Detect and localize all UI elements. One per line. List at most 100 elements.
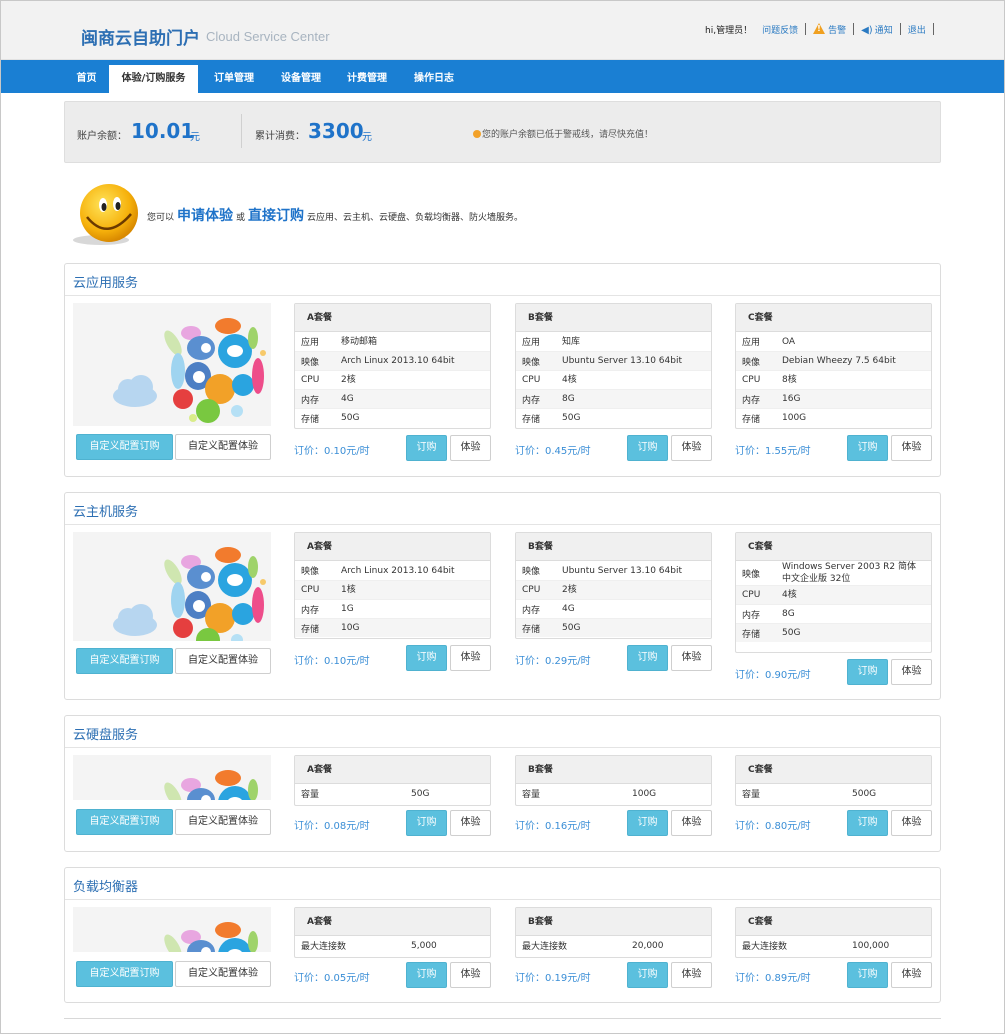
section-title: 云应用服务	[73, 276, 139, 291]
spec-key: 最大连接数	[301, 942, 347, 952]
trial-button[interactable]: 体验	[671, 645, 712, 671]
plan-name: B套餐	[516, 756, 711, 784]
spec-value: 100G	[782, 413, 807, 423]
custom-order-button[interactable]: 自定义配置订购	[76, 961, 173, 987]
order-button[interactable]: 订购	[847, 962, 888, 988]
trial-button[interactable]: 体验	[671, 810, 712, 836]
divider	[65, 899, 940, 900]
spec-key: 内存	[742, 610, 761, 621]
service-illustration	[73, 532, 271, 641]
spec-row: CPU 4核	[736, 585, 931, 604]
plan-name: A套餐	[295, 304, 490, 332]
spec-value: 50G	[341, 413, 360, 423]
plan-price: 订价：0.29元/时	[515, 656, 591, 667]
spec-row: 存储 10G	[295, 618, 490, 637]
plan-price: 订价：0.10元/时	[294, 446, 370, 457]
divider	[241, 114, 242, 148]
spec-row: CPU 2核	[516, 580, 711, 599]
plan-price: 订价：0.19元/时	[515, 973, 591, 984]
spec-value: 4G	[341, 394, 354, 404]
logout-link[interactable]: 退出	[908, 23, 926, 36]
spec-value: Ubuntu Server 13.10 64bit	[562, 565, 682, 576]
service-section: 云主机服务 自定义配置订购 自定义配置体验 A套餐 映像 Arch Linux …	[64, 492, 941, 700]
custom-trial-button[interactable]: 自定义配置体验	[175, 434, 271, 460]
trial-button[interactable]: 体验	[450, 962, 491, 988]
plan-card: C套餐 最大连接数 100,000	[735, 907, 932, 958]
nav-orders[interactable]: 订单管理	[204, 65, 264, 93]
order-button[interactable]: 订购	[847, 435, 888, 461]
section-title: 负载均衡器	[73, 880, 139, 895]
spec-key: 内存	[522, 395, 541, 406]
plan-name: A套餐	[295, 533, 490, 561]
nav-home[interactable]: 首页	[64, 65, 109, 93]
custom-trial-button[interactable]: 自定义配置体验	[175, 809, 271, 835]
section-title: 云硬盘服务	[73, 728, 139, 743]
spec-key: CPU	[742, 375, 761, 385]
spec-row: 存储 100G	[736, 408, 931, 427]
custom-order-button[interactable]: 自定义配置订购	[76, 434, 173, 460]
spec-row: 内存 4G	[295, 389, 490, 408]
trial-button[interactable]: 体验	[891, 962, 932, 988]
order-button[interactable]: 订购	[406, 435, 447, 461]
order-button[interactable]: 订购	[847, 810, 888, 836]
spec-row: 内存 16G	[736, 389, 931, 408]
custom-order-button[interactable]: 自定义配置订购	[76, 648, 173, 674]
order-button[interactable]: 订购	[627, 435, 668, 461]
spec-table: 映像 Ubuntu Server 13.10 64bit CPU 2核 内存 4…	[516, 561, 711, 637]
plan-name: C套餐	[736, 756, 931, 784]
speaker-icon: ◀)	[861, 24, 873, 36]
trial-button[interactable]: 体验	[450, 435, 491, 461]
nav-logs[interactable]: 操作日志	[404, 65, 464, 93]
section-title: 云主机服务	[73, 505, 139, 520]
plan-card: B套餐 映像 Ubuntu Server 13.10 64bit CPU 2核 …	[515, 532, 712, 639]
notice-link[interactable]: ◀) 通知	[861, 23, 893, 36]
alarm-link[interactable]: 告警	[813, 22, 846, 36]
trial-button[interactable]: 体验	[891, 659, 932, 685]
spec-row: 映像 Arch Linux 2013.10 64bit	[295, 561, 490, 580]
order-button[interactable]: 订购	[847, 659, 888, 685]
low-balance-alert: 您的账户余额已低于警戒线，请尽快充值！	[473, 127, 653, 140]
trial-button[interactable]: 体验	[450, 810, 491, 836]
trial-button[interactable]: 体验	[891, 810, 932, 836]
nav-devices[interactable]: 设备管理	[271, 65, 331, 93]
order-button[interactable]: 订购	[406, 645, 447, 671]
spec-value: OA	[782, 336, 796, 347]
order-button[interactable]: 订购	[406, 810, 447, 836]
feedback-link[interactable]: 问题反馈	[762, 23, 798, 36]
trial-button[interactable]: 体验	[671, 962, 712, 988]
spec-value: Arch Linux 2013.10 64bit	[341, 565, 455, 576]
plan-card: B套餐 最大连接数 20,000	[515, 907, 712, 958]
trial-button[interactable]: 体验	[450, 645, 491, 671]
custom-trial-button[interactable]: 自定义配置体验	[175, 961, 271, 987]
plan-card: C套餐 容量 500G	[735, 755, 932, 806]
spec-row: 应用 移动邮箱	[295, 332, 490, 351]
divider	[65, 524, 940, 525]
spec-table: 应用 OA 映像 Debian Wheezy 7.5 64bit CPU 8核 …	[736, 332, 931, 427]
custom-trial-button[interactable]: 自定义配置体验	[175, 648, 271, 674]
plan-price: 订价：0.90元/时	[735, 670, 811, 681]
trial-button[interactable]: 体验	[671, 435, 712, 461]
spec-key: 容量	[522, 790, 541, 800]
direct-order-link[interactable]: 直接订购	[248, 208, 304, 224]
order-button[interactable]: 订购	[627, 645, 668, 671]
spec-value: 4核	[782, 590, 797, 600]
order-button[interactable]: 订购	[627, 962, 668, 988]
apply-trial-link[interactable]: 申请体验	[177, 208, 233, 224]
spec-table: 容量 100G	[516, 784, 711, 803]
balance-value: 10.01	[131, 119, 195, 143]
divider	[65, 295, 940, 296]
order-button[interactable]: 订购	[627, 810, 668, 836]
divider	[932, 23, 934, 35]
spec-table: 应用 移动邮箱 映像 Arch Linux 2013.10 64bit CPU …	[295, 332, 490, 427]
spec-row: 存储 50G	[736, 623, 931, 642]
spec-key: CPU	[301, 585, 320, 595]
intro-text: 您可以 申请体验或直接订购 云应用、云主机、云硬盘、负载均衡器、防火墙服务。	[147, 208, 524, 224]
order-button[interactable]: 订购	[406, 962, 447, 988]
trial-button[interactable]: 体验	[891, 435, 932, 461]
nav-billing[interactable]: 计费管理	[337, 65, 397, 93]
spec-key: 存储	[742, 414, 761, 425]
custom-order-button[interactable]: 自定义配置订购	[76, 809, 173, 835]
spec-row: 内存 1G	[295, 599, 490, 618]
plan-name: B套餐	[516, 908, 711, 936]
nav-services[interactable]: 体验/订购服务	[109, 65, 198, 93]
